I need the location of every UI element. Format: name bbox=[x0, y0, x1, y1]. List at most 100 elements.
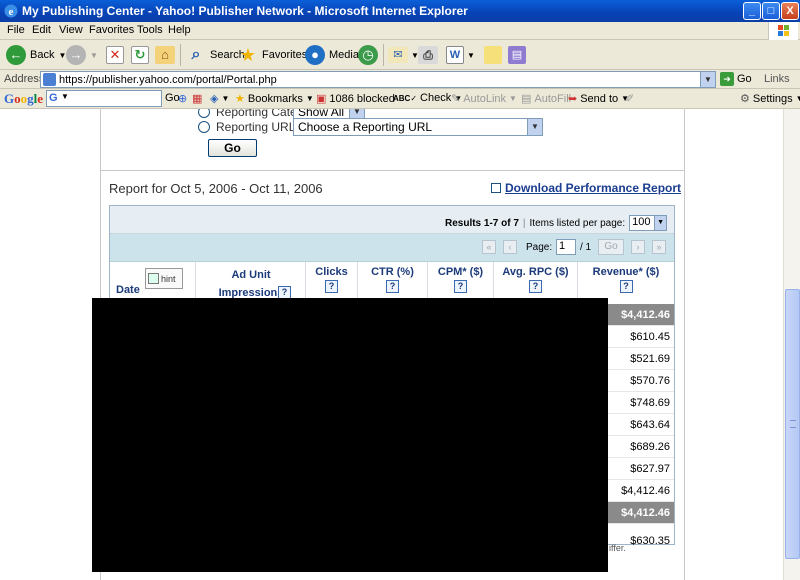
prev-page-button[interactable]: ‹ bbox=[503, 240, 517, 254]
next-page-button[interactable]: › bbox=[631, 240, 645, 254]
autolink-button[interactable]: ✎ AutoLink ▼ bbox=[451, 92, 517, 106]
mail-icon: ✉ bbox=[388, 47, 408, 63]
abc-check-icon: ABC✓ bbox=[393, 93, 418, 103]
mail-button[interactable]: ✉ ▼ bbox=[388, 43, 419, 67]
address-dropdown-icon[interactable]: ▼ bbox=[700, 72, 715, 87]
google-logo[interactable]: Google bbox=[4, 91, 43, 107]
bookmarks-label: Bookmarks bbox=[247, 92, 303, 105]
address-input[interactable]: https://publisher.yahoo.com/portal/Porta… bbox=[40, 71, 716, 88]
forward-button[interactable]: → ▼ bbox=[66, 43, 98, 67]
ctr-help-icon[interactable]: ? bbox=[386, 280, 399, 293]
revenue-cell: $748.69 bbox=[608, 392, 674, 414]
edit-word-button[interactable]: W ▼ bbox=[446, 43, 475, 67]
menu-tools[interactable]: Tools bbox=[137, 24, 163, 36]
messenger-button[interactable]: ▤ bbox=[508, 43, 526, 67]
send-to-icon: ➥ bbox=[568, 93, 578, 105]
google-highlight-button[interactable]: ◈ ▼ bbox=[210, 92, 229, 105]
address-url: https://publisher.yahoo.com/portal/Porta… bbox=[59, 74, 277, 86]
filter-go-button[interactable]: Go bbox=[208, 139, 257, 157]
research-icon: ▤ bbox=[508, 46, 526, 64]
first-page-button[interactable]: « bbox=[482, 240, 496, 254]
clicks-help-icon[interactable]: ? bbox=[325, 280, 338, 293]
toolbar-separator bbox=[383, 44, 384, 66]
menu-view[interactable]: View bbox=[59, 24, 83, 36]
revenue-label: Revenue* ($) bbox=[592, 266, 660, 278]
revenue-cell: $689.26 bbox=[608, 436, 674, 458]
page-label: Page: bbox=[526, 242, 553, 253]
minimize-button[interactable]: _ bbox=[743, 2, 761, 20]
back-button[interactable]: ← Back ▼ bbox=[6, 43, 66, 67]
google-toolbar: Google G ▼ Go ⊕ ▦ ◈ ▼ ★ Bookmarks ▼ ▣ 1086 b… bbox=[0, 89, 800, 109]
reporting-url-label: Reporting URL bbox=[216, 120, 296, 134]
autofill-button[interactable]: ▤ AutoFill bbox=[521, 92, 571, 106]
links-button[interactable]: Links bbox=[764, 73, 790, 85]
hint-image-icon bbox=[148, 273, 159, 284]
print-icon: ⎙ bbox=[418, 46, 438, 64]
bookmarks-button[interactable]: ★ Bookmarks ▼ bbox=[235, 92, 314, 106]
menu-bar: File Edit View Favorites Tools Help bbox=[0, 22, 800, 40]
scrollbar-thumb[interactable] bbox=[785, 289, 800, 559]
forward-dropdown-icon: ▼ bbox=[90, 50, 98, 60]
page-input[interactable]: 1 bbox=[556, 239, 576, 255]
last-page-button[interactable]: » bbox=[652, 240, 666, 254]
print-button[interactable]: ⎙ bbox=[418, 43, 438, 67]
pagerank-button[interactable]: ⊕ bbox=[178, 92, 187, 105]
cpm-label: CPM* ($) bbox=[437, 266, 484, 278]
refresh-button[interactable]: ↻ bbox=[131, 43, 149, 67]
google-settings-button[interactable]: ⚙ Settings ▼ bbox=[740, 92, 800, 106]
cpm-help-icon[interactable]: ? bbox=[454, 280, 467, 293]
menu-file[interactable]: File bbox=[7, 24, 25, 36]
reporting-category-radio[interactable] bbox=[198, 109, 210, 118]
search-button[interactable]: ⌕ Search bbox=[186, 43, 245, 67]
stop-button[interactable]: ✕ bbox=[106, 43, 124, 67]
ctr-label: CTR (%) bbox=[371, 266, 414, 278]
page-go-button[interactable]: Go bbox=[598, 239, 624, 255]
google-dropdown-icon[interactable]: ▼ bbox=[61, 92, 69, 101]
history-button[interactable]: ◷ bbox=[358, 43, 378, 67]
reporting-url-radio[interactable] bbox=[198, 121, 210, 133]
google-news-button[interactable]: ▦ bbox=[192, 92, 202, 105]
reporting-url-select[interactable]: Choose a Reporting URL ▼ bbox=[293, 118, 543, 136]
svg-text:e: e bbox=[9, 6, 14, 18]
download-report[interactable]: Download Performance Report bbox=[491, 181, 681, 195]
favorites-label: Favorites bbox=[262, 49, 308, 61]
revenue-cell: $521.69 bbox=[608, 348, 674, 370]
address-go-button[interactable]: ➜ Go bbox=[720, 72, 752, 86]
menu-edit[interactable]: Edit bbox=[32, 24, 51, 36]
settings-label: Settings bbox=[752, 92, 793, 105]
scroll-grip-icon bbox=[790, 420, 796, 428]
items-per-page-select[interactable]: 100 ▼ bbox=[629, 215, 668, 231]
vertical-scrollbar[interactable] bbox=[783, 109, 800, 580]
report-title: Report for Oct 5, 2006 - Oct 11, 2006 bbox=[109, 181, 323, 196]
edit-dropdown-icon: ▼ bbox=[467, 50, 475, 60]
reporting-url-option[interactable]: Reporting URL bbox=[198, 120, 295, 134]
google-search-input[interactable]: G ▼ bbox=[46, 90, 162, 107]
download-checkbox[interactable] bbox=[491, 183, 501, 193]
media-button[interactable]: ● Media bbox=[305, 43, 359, 67]
discuss-button[interactable] bbox=[484, 43, 502, 67]
stop-icon: ✕ bbox=[106, 46, 124, 64]
home-button[interactable]: ⌂ bbox=[155, 43, 175, 67]
menu-help[interactable]: Help bbox=[168, 24, 191, 36]
home-icon: ⌂ bbox=[155, 46, 175, 64]
go-arrow-icon: ➜ bbox=[720, 72, 734, 86]
search-icon: ⌕ bbox=[191, 46, 201, 63]
favorites-button[interactable]: ★ Favorites bbox=[238, 43, 307, 67]
results-count: Results 1-7 of 7 bbox=[445, 217, 519, 229]
internet-explorer-icon: e bbox=[4, 4, 18, 18]
revenue-help-icon[interactable]: ? bbox=[619, 280, 633, 293]
send-to-button[interactable]: ➥ Send to ▼ bbox=[568, 92, 629, 106]
results-strip: Results 1-7 of 7 | Items listed per page… bbox=[110, 206, 674, 234]
download-performance-report-link[interactable]: Download Performance Report bbox=[505, 181, 681, 195]
reporting-url-value: Choose a Reporting URL bbox=[298, 120, 433, 134]
menu-favorites[interactable]: Favorites bbox=[89, 24, 134, 36]
maximize-button[interactable]: □ bbox=[762, 2, 780, 20]
revenue-subtotal-cell: $4,412.46 bbox=[608, 480, 674, 502]
standard-toolbar: ← Back ▼ → ▼ ✕ ↻ ⌂ ⌕ Search ★ Favorites … bbox=[0, 40, 800, 70]
pencil-button[interactable]: ✐ bbox=[625, 92, 634, 105]
hint-button[interactable]: hint bbox=[145, 268, 183, 289]
avg-rpc-help-icon[interactable]: ? bbox=[529, 280, 542, 293]
date-header-label: Date bbox=[116, 284, 140, 296]
popup-blocker-button[interactable]: ▣ 1086 blocked bbox=[316, 92, 395, 106]
close-button[interactable]: X bbox=[781, 2, 799, 20]
